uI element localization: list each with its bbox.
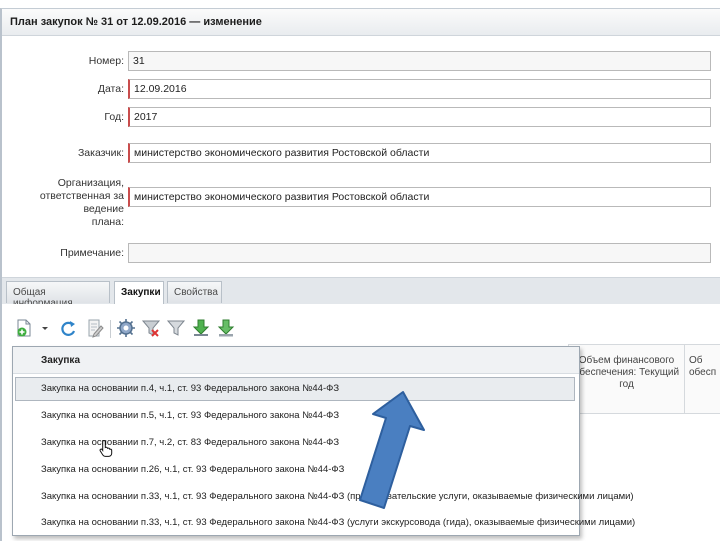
dropdown-header: Закупка <box>13 347 579 374</box>
tab-purchases[interactable]: Закупки <box>114 281 164 304</box>
customer-field[interactable] <box>128 143 711 163</box>
org-label-line: ответственная за ведение <box>39 190 124 215</box>
menu-item-purchase-p33-guide[interactable]: Закупка на основании п.33, ч.1, ст. 93 Ф… <box>15 511 635 535</box>
number-label: Номер: <box>88 55 124 67</box>
edit-icon[interactable] <box>85 318 105 338</box>
chevron-down-icon[interactable] <box>35 318 48 338</box>
column-header-line: обесп <box>689 367 717 378</box>
note-label: Примечание: <box>60 247 124 259</box>
date-label: Дата: <box>97 83 124 95</box>
column-header-line: обеспечения: Текущий <box>573 367 680 378</box>
menu-item-label: Закупка на основании п.7, ч.2, ст. 83 Фе… <box>41 437 340 448</box>
filter-clear-icon[interactable] <box>141 318 161 338</box>
hand-cursor-icon <box>99 439 113 457</box>
note-field[interactable] <box>128 243 711 263</box>
filter-icon[interactable] <box>166 318 186 338</box>
download-icon[interactable] <box>191 318 211 338</box>
settings-icon[interactable] <box>116 318 136 338</box>
grid-header: Объем финансового обеспечения: Текущий г… <box>568 344 720 414</box>
dropdown-header-label: Закупка <box>41 355 80 366</box>
pointer-arrow-annotation <box>359 391 425 509</box>
org-label-line: плана: <box>91 216 124 228</box>
menu-item-purchase-p5[interactable]: Закупка на основании п.5, ч.1, ст. 93 Фе… <box>15 404 575 428</box>
import-icon[interactable] <box>216 318 236 338</box>
window-title: План закупок № 31 от 12.09.2016 — измене… <box>10 16 262 28</box>
menu-item-purchase-p26[interactable]: Закупка на основании п.26, ч.1, ст. 93 Ф… <box>15 458 575 482</box>
refresh-icon[interactable] <box>58 318 78 338</box>
column-header-financing-next[interactable]: Об обесп <box>684 345 720 413</box>
add-document-icon[interactable] <box>14 318 34 338</box>
menu-item-purchase-p33-teaching[interactable]: Закупка на основании п.33, ч.1, ст. 93 Ф… <box>15 485 634 509</box>
org-label: Организация, ответственная за ведение пл… <box>6 177 124 229</box>
menu-item-purchase-p4[interactable]: Закупка на основании п.4, ч.1, ст. 93 Фе… <box>15 377 575 401</box>
menu-item-label: Закупка на основании п.5, ч.1, ст. 93 Фе… <box>41 410 340 421</box>
column-header-financing-current-year[interactable]: Объем финансового обеспечения: Текущий г… <box>568 345 684 413</box>
year-label: Год: <box>104 111 124 123</box>
column-header-line: год <box>619 379 634 390</box>
number-field[interactable] <box>128 51 711 71</box>
date-field[interactable] <box>128 79 711 99</box>
column-header-line: Объем финансового <box>578 355 675 366</box>
tab-properties[interactable]: Свойства <box>167 281 222 303</box>
org-label-line: Организация, <box>57 177 124 189</box>
add-purchase-dropdown-menu: Закупка Закупка на основании п.4, ч.1, с… <box>12 346 635 536</box>
year-field[interactable] <box>128 107 711 127</box>
org-field[interactable] <box>128 187 711 207</box>
toolbar-separator <box>110 320 111 338</box>
tab-bar: Общая информация Закупки Свойства <box>2 277 720 309</box>
menu-item-label: Закупка на основании п.4, ч.1, ст. 93 Фе… <box>41 383 340 394</box>
window-title-bar: План закупок № 31 от 12.09.2016 — измене… <box>2 9 720 36</box>
menu-item-label: Закупка на основании п.33, ч.1, ст. 93 Ф… <box>41 517 636 528</box>
toolbar <box>8 316 268 346</box>
menu-item-label: Закупка на основании п.33, ч.1, ст. 93 Ф… <box>41 491 634 502</box>
customer-label: Заказчик: <box>77 147 124 159</box>
tab-general-info[interactable]: Общая информация <box>6 281 110 309</box>
column-header-line: Об <box>689 355 703 366</box>
menu-item-label: Закупка на основании п.26, ч.1, ст. 93 Ф… <box>41 464 345 475</box>
